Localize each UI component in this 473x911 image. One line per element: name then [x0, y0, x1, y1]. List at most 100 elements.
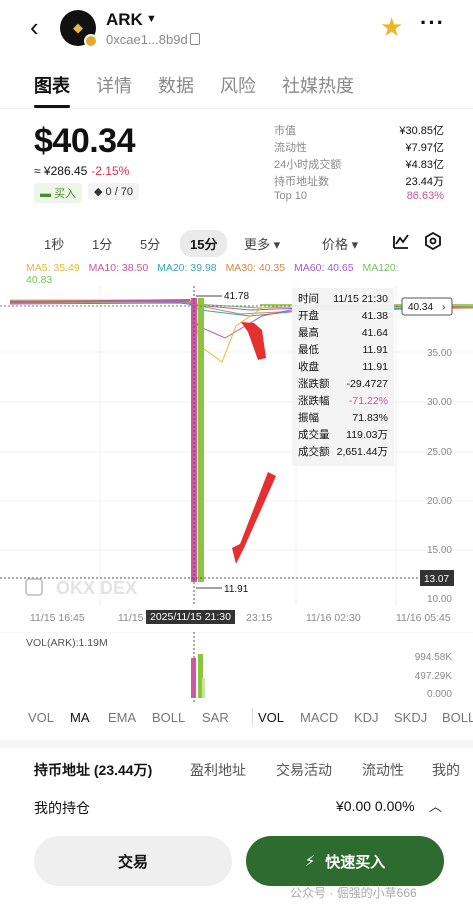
stat-key: Top 10: [274, 190, 308, 202]
y-tick: 25.00: [427, 447, 452, 458]
x-tick: 11/16 05:45: [396, 612, 451, 624]
price-chart[interactable]: 41.78 11.91 35.00 30.00 25.00 20.00 15.0…: [0, 286, 473, 606]
trade-button[interactable]: 交易: [34, 836, 232, 886]
ind-ma[interactable]: MA: [70, 710, 90, 725]
chain-badge-icon: [84, 34, 98, 48]
tab-data[interactable]: 数据: [158, 72, 194, 98]
tab-profit-addresses[interactable]: 盈利地址: [190, 760, 246, 780]
tooltip-value: 11.91: [363, 344, 389, 356]
my-holding-value: ¥0.00 0.00%: [336, 798, 415, 814]
current-price-tag: 40.34: [408, 302, 433, 313]
volume-chart[interactable]: VOL(ARK):1.19M 994.58K 497.29K 0.000: [0, 632, 473, 702]
x-tick: 11/15 16:45: [30, 612, 85, 624]
ind-sar[interactable]: SAR: [202, 710, 229, 725]
tf-5m[interactable]: 5分: [140, 234, 160, 253]
tooltip-value: -71.22%: [349, 395, 388, 407]
volume-tick: 0.000: [427, 689, 452, 700]
tab-details[interactable]: 详情: [96, 72, 132, 98]
chevron-up-icon[interactable]: ︿: [429, 796, 442, 815]
stats-panel: 市值 ¥30.85亿 流动性 ¥7.97亿 24小时成交额 ¥4.83亿 持币地址数 2…: [274, 122, 444, 207]
tf-15m[interactable]: 15分: [180, 230, 228, 257]
quick-buy-label: 快速买入: [325, 853, 386, 871]
stat-key: 市值: [274, 125, 296, 137]
more-icon[interactable]: ···: [420, 10, 445, 36]
volume-tick: 994.58K: [415, 652, 453, 663]
ma5-label: MA5: 35.49: [26, 262, 80, 274]
y-tick: 10.00: [427, 594, 452, 605]
tf-more-label: 更多: [244, 237, 271, 252]
stat-value: ¥4.83亿: [405, 159, 444, 171]
ma10-label: MA10: 38.50: [88, 262, 149, 274]
ind-vol-sub[interactable]: VOL: [258, 710, 284, 725]
tooltip-value: 11.91: [363, 361, 389, 373]
tf-1m[interactable]: 1分: [92, 234, 112, 253]
y-tick: 35.00: [427, 348, 452, 359]
footer-watermark: 公众号 · 倔强的小草666: [290, 886, 417, 900]
stat-row: 流动性 ¥7.97亿: [274, 139, 444, 156]
y-axis: 35.00 30.00 25.00 20.00 15.00 10.00: [427, 348, 452, 605]
token-name[interactable]: ARK: [106, 10, 143, 30]
low-label: 11.91: [224, 584, 249, 595]
volume-tick: 497.29K: [415, 671, 453, 682]
tooltip-key: 涨跌幅: [298, 394, 330, 407]
tab-chart[interactable]: 图表: [34, 72, 70, 108]
stat-row: 持币地址数 23.44万: [274, 173, 444, 190]
volume-bar: [202, 678, 205, 698]
ma30-label: MA30: 40.35: [225, 262, 286, 274]
cursor-time-tag: 2025/11/15 21:30: [146, 610, 235, 624]
back-icon[interactable]: ‹: [30, 14, 39, 40]
x-tick: 11/16 02:30: [306, 612, 361, 624]
tooltip-key: 开盘: [298, 309, 319, 322]
chart-watermark: OKX DEX: [56, 578, 137, 598]
tab-liquidity[interactable]: 流动性: [362, 760, 404, 780]
ind-ema[interactable]: EMA: [108, 710, 136, 725]
volume-bar: [191, 658, 196, 698]
rebound-candle: [198, 298, 204, 582]
ma20-label: MA20: 39.98: [157, 262, 217, 274]
tf-1s[interactable]: 1秒: [44, 234, 64, 253]
tooltip-value: 11/15 21:30: [333, 293, 388, 305]
favorite-star-icon[interactable]: ★: [380, 12, 403, 43]
tab-risk[interactable]: 风险: [220, 72, 256, 98]
tab-social[interactable]: 社媒热度: [282, 72, 354, 98]
price-toggle[interactable]: 价格 ▾: [322, 234, 358, 253]
tooltip-value: 2,651.44万: [337, 446, 388, 458]
quick-buy-button[interactable]: ⚡ 快速买入: [246, 836, 444, 886]
arrow-up-annotation: [241, 322, 266, 360]
ind-vol-main[interactable]: VOL: [28, 710, 54, 725]
cursor-price-tag: 13.07: [424, 574, 449, 585]
fullscreen-icon[interactable]: [25, 578, 43, 596]
lightning-icon: ⚡: [304, 853, 316, 870]
section-divider: [0, 740, 473, 748]
stat-value: 23.44万: [405, 176, 444, 188]
tooltip-value: 41.64: [362, 327, 388, 339]
indicator-icon[interactable]: [392, 232, 410, 250]
tab-mine[interactable]: 我的: [432, 760, 460, 780]
settings-hex-icon[interactable]: [424, 232, 442, 250]
tooltip-key: 收盘: [298, 360, 319, 373]
stat-row: 24小时成交额 ¥4.83亿: [274, 156, 444, 173]
tooltip-key: 时间: [298, 292, 319, 305]
chevron-down-icon[interactable]: ▼: [146, 13, 157, 25]
high-label: 41.78: [224, 291, 249, 302]
volume-label: VOL(ARK):1.19M: [26, 637, 108, 649]
copy-icon[interactable]: [190, 33, 200, 45]
ind-boll-sub[interactable]: BOLL: [442, 710, 473, 725]
token-address: 0xcae1...8b9d: [106, 32, 188, 47]
divider: [0, 108, 473, 109]
ma60-label: MA60: 40.65: [294, 262, 354, 274]
tooltip-value: -29.4727: [347, 378, 389, 390]
indicator-separator: [252, 708, 253, 726]
ma120-value: 40.83: [26, 274, 53, 286]
tf-more[interactable]: 更多 ▾: [244, 234, 280, 253]
price-sub: ≈ ¥286.45 -2.15%: [34, 164, 129, 178]
tab-holders[interactable]: 持币地址 (23.44万): [34, 760, 152, 780]
ind-kdj[interactable]: KDJ: [354, 710, 379, 725]
ind-skdj[interactable]: SKDJ: [394, 710, 427, 725]
holders-tag: ◆ 0 / 70: [88, 183, 140, 200]
tooltip-value: 41.38: [362, 310, 388, 322]
ind-macd[interactable]: MACD: [300, 710, 338, 725]
buy-tag-label: 买入: [54, 188, 77, 200]
tab-trade-activity[interactable]: 交易活动: [276, 760, 332, 780]
ind-boll-main[interactable]: BOLL: [152, 710, 185, 725]
